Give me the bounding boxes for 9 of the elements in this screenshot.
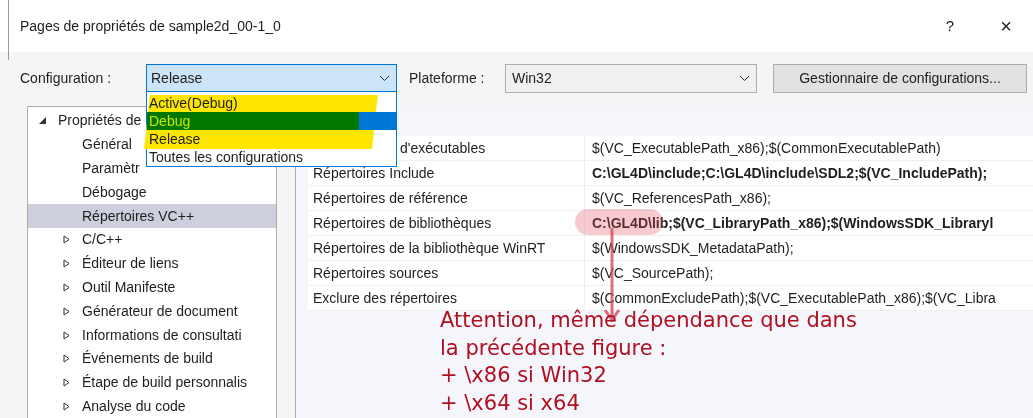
property-name: Répertoires de référence [308, 186, 585, 210]
property-name: Exclure des répertoires [308, 286, 585, 310]
property-name: Répertoires de bibliothèques [308, 211, 585, 235]
window-title: Pages de propriétés de sample2d_00-1_0 [20, 16, 281, 36]
configuration-label: Configuration : [20, 68, 113, 88]
property-name: Répertoires sources [308, 261, 585, 285]
property-name: Répertoires de la bibliothèque WinRT [308, 236, 585, 260]
annotation-text: Attention, même dépendance que dans la précédente figure : + \x86 si Win32 + \x64 si x64 [440, 307, 857, 417]
platform-label: Plateforme : [409, 68, 486, 88]
